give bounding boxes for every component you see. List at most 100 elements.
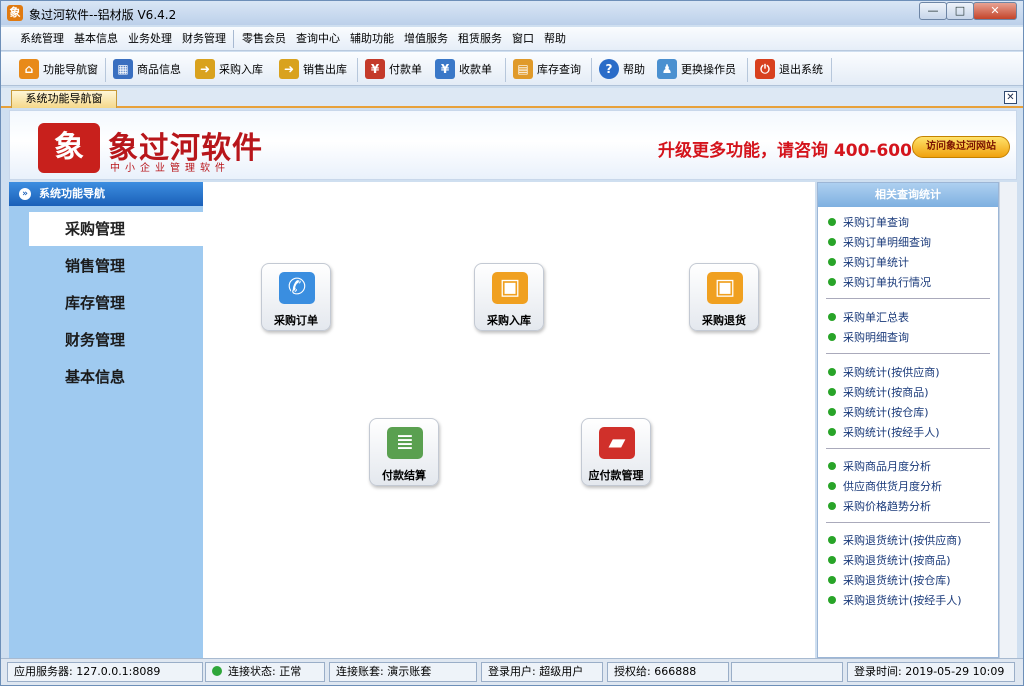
link-return-by-goods[interactable]: 采购退货统计(按商品) (828, 552, 951, 568)
home-icon: ⌂ (19, 59, 39, 79)
link-return-by-supplier[interactable]: 采购退货统计(按供应商) (828, 532, 962, 548)
toolbar-separator (357, 58, 358, 82)
title-bar[interactable]: 象 象过河软件--铝材版 V6.4.2 — □ ✕ (1, 1, 1023, 25)
banner: 象 象过河软件 中小企业管理软件 升级更多功能，请咨询 400-600-1168… (9, 110, 1017, 180)
tb-help-button[interactable]: ? 帮助 (599, 57, 645, 81)
menu-value-added[interactable]: 增值服务 (399, 31, 453, 47)
tb-purchase-in-button[interactable]: ➜ 采购入库 (195, 57, 263, 81)
payment-settle-button[interactable]: ≣ 付款结算 (369, 418, 439, 486)
boxes-return-icon: ▣ (707, 272, 743, 304)
pay-icon: ¥ (365, 59, 385, 79)
sidebar-item-basic-info[interactable]: 基本信息 (29, 360, 203, 394)
minimize-button[interactable]: — (919, 2, 947, 20)
tb-label: 功能导航窗 (43, 63, 98, 76)
link-label: 采购明细查询 (843, 331, 909, 344)
link-return-by-warehouse[interactable]: 采购退货统计(按仓库) (828, 572, 951, 588)
menu-lease[interactable]: 租赁服务 (453, 31, 507, 47)
link-purchase-detail[interactable]: 采购明细查询 (828, 329, 909, 345)
link-stats-by-goods[interactable]: 采购统计(按商品) (828, 384, 929, 400)
link-purchase-summary[interactable]: 采购单汇总表 (828, 309, 909, 325)
purchase-in-button[interactable]: ▣ 采购入库 (474, 263, 544, 331)
tb-exit-button[interactable]: ⏻ 退出系统 (755, 57, 823, 81)
menu-finance[interactable]: 财务管理 (177, 31, 231, 47)
tab-nav-window[interactable]: 系统功能导航窗 (11, 90, 117, 108)
link-label: 采购订单查询 (843, 216, 909, 229)
bullet-icon (828, 536, 836, 544)
link-label: 采购统计(按商品) (843, 386, 929, 399)
link-purchase-order-query[interactable]: 采购订单查询 (828, 214, 909, 230)
menu-business[interactable]: 业务处理 (123, 31, 177, 47)
link-supplier-monthly[interactable]: 供应商供货月度分析 (828, 478, 942, 494)
link-price-trend[interactable]: 采购价格趋势分析 (828, 498, 931, 514)
nav-sidebar: » 系统功能导航 采购管理 销售管理 库存管理 财务管理 基本信息 (9, 182, 203, 658)
tb-goods-info-button[interactable]: ▦ 商品信息 (113, 57, 181, 81)
toolbar-separator (105, 58, 106, 82)
payables-button[interactable]: ▰ 应付款管理 (581, 418, 651, 486)
grid-icon: ▦ (113, 59, 133, 79)
link-label: 采购统计(按供应商) (843, 366, 940, 379)
status-spacer (731, 662, 843, 682)
menu-basic-info[interactable]: 基本信息 (69, 31, 123, 47)
visit-website-button[interactable]: 访问象过河网站 (912, 136, 1010, 158)
status-license: 授权给: 666888 (607, 662, 729, 682)
link-label: 采购订单执行情况 (843, 276, 931, 289)
close-button[interactable]: ✕ (973, 2, 1017, 20)
tb-inventory-button[interactable]: ▤ 库存查询 (513, 57, 581, 81)
menu-assist[interactable]: 辅助功能 (345, 31, 399, 47)
tb-receipt-button[interactable]: ¥ 收款单 (435, 57, 492, 81)
brand-tagline: 中小企业管理软件 (110, 163, 230, 174)
maximize-button[interactable]: □ (946, 2, 974, 20)
bullet-icon (828, 408, 836, 416)
toolbar-separator (505, 58, 506, 82)
link-goods-monthly[interactable]: 采购商品月度分析 (828, 458, 931, 474)
link-purchase-order-detail[interactable]: 采购订单明细查询 (828, 234, 931, 250)
toolbar-separator (591, 58, 592, 82)
link-purchase-order-execution[interactable]: 采购订单执行情况 (828, 274, 931, 290)
sidebar-item-sales[interactable]: 销售管理 (29, 249, 203, 283)
link-stats-by-warehouse[interactable]: 采购统计(按仓库) (828, 404, 929, 420)
vertical-scrollbar[interactable] (999, 182, 1017, 658)
link-purchase-order-stats[interactable]: 采购订单统计 (828, 254, 909, 270)
tb-label: 收款单 (459, 63, 492, 76)
toolbar-separator (747, 58, 748, 82)
bullet-icon (828, 333, 836, 341)
tb-switch-operator-button[interactable]: ♟ 更换操作员 (657, 57, 736, 81)
purchase-return-button[interactable]: ▣ 采购退货 (689, 263, 759, 331)
close-tab-icon[interactable]: ✕ (1004, 91, 1017, 104)
bullet-icon (828, 368, 836, 376)
tb-label: 采购入库 (219, 63, 263, 76)
menu-window[interactable]: 窗口 (507, 31, 539, 47)
sidebar-item-purchase[interactable]: 采购管理 (29, 212, 203, 246)
tb-nav-window-button[interactable]: ⌂ 功能导航窗 (19, 57, 98, 81)
tb-payment-button[interactable]: ¥ 付款单 (365, 57, 422, 81)
link-stats-by-supplier[interactable]: 采购统计(按供应商) (828, 364, 940, 380)
link-label: 采购商品月度分析 (843, 460, 931, 473)
menu-retail[interactable]: 零售会员 (237, 31, 291, 47)
menu-query[interactable]: 查询中心 (291, 31, 345, 47)
folder-in-icon: ➜ (195, 59, 215, 79)
bullet-icon (828, 502, 836, 510)
sidebar-item-inventory[interactable]: 库存管理 (29, 286, 203, 320)
tb-sales-out-button[interactable]: ➜ 销售出库 (279, 57, 347, 81)
bullet-icon (828, 462, 836, 470)
purchase-order-button[interactable]: ✆ 采购订单 (261, 263, 331, 331)
menu-help[interactable]: 帮助 (539, 31, 571, 47)
document-tab-bar: 系统功能导航窗 ✕ (1, 88, 1023, 108)
status-account: 连接账套: 演示账套 (329, 662, 477, 682)
function-label: 采购订单 (274, 314, 318, 327)
menu-system[interactable]: 系统管理 (15, 31, 69, 47)
bullet-icon (828, 258, 836, 266)
link-return-by-handler[interactable]: 采购退货统计(按经手人) (828, 592, 962, 608)
link-stats-by-handler[interactable]: 采购统计(按经手人) (828, 424, 940, 440)
wallet-icon: ▰ (599, 427, 635, 459)
bullet-icon (828, 238, 836, 246)
app-logo-icon: 象 (7, 5, 23, 21)
link-label: 采购订单明细查询 (843, 236, 931, 249)
sidebar-item-finance[interactable]: 财务管理 (29, 323, 203, 357)
tb-label: 销售出库 (303, 63, 347, 76)
help-icon: ? (599, 59, 619, 79)
users-icon: ♟ (657, 59, 677, 79)
coins-sheet-icon: ≣ (387, 427, 423, 459)
function-label: 应付款管理 (588, 469, 644, 482)
function-label: 采购入库 (487, 314, 531, 327)
